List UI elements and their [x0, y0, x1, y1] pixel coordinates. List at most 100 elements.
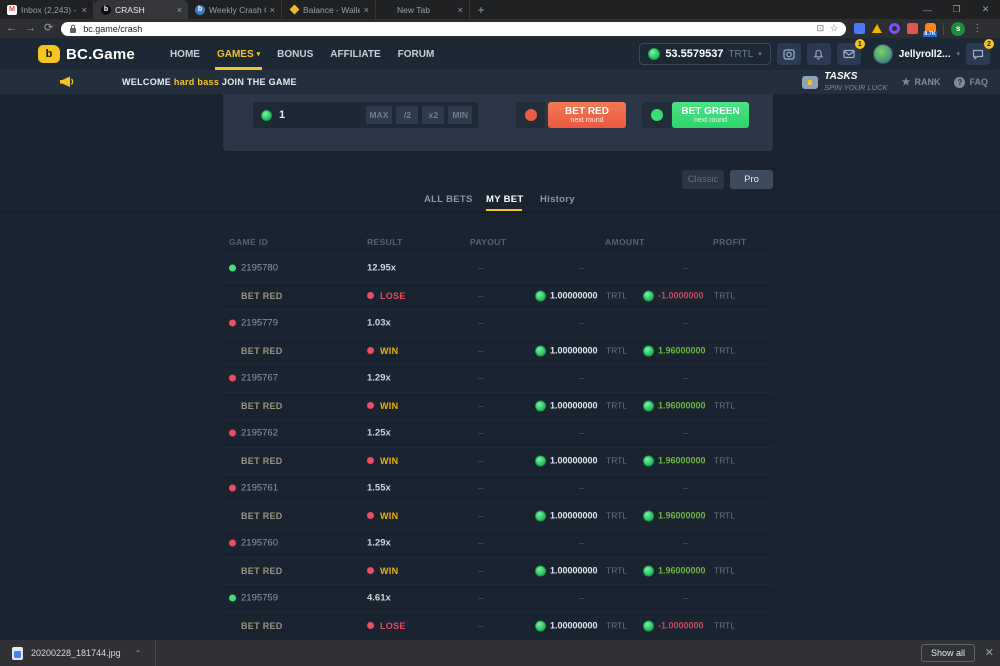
bet-row: BET REDLOSE–1.00000000TRTL-1.0000000TRTL [223, 282, 773, 310]
reload-icon[interactable]: ⟳ [44, 23, 53, 34]
tab-close-icon[interactable]: × [364, 5, 369, 15]
game-row[interactable]: 21957594.61x––– [223, 584, 773, 612]
faq-link[interactable]: ? FAQ [954, 77, 988, 88]
main-nav: HOME GAMES▾ BONUS AFFILIATE FORUM [170, 38, 434, 70]
amount-currency: TRTL [606, 346, 627, 356]
extension-icon[interactable] [907, 23, 918, 34]
game-row[interactable]: 21957671.29x––– [223, 364, 773, 392]
minimize-button[interactable]: — [913, 0, 942, 19]
profit-value: 1.96000000 [658, 346, 710, 356]
chevron-down-icon: ▾ [956, 50, 960, 58]
send-icon[interactable]: ⊡ [817, 23, 825, 34]
game-row[interactable]: 21957601.29x––– [223, 529, 773, 557]
red-result-dot-icon [229, 485, 236, 492]
amount-value: 1.00000000 [550, 511, 602, 521]
active-tab-underline [486, 209, 522, 211]
close-window-button[interactable]: ✕ [971, 0, 1000, 19]
bet-status: WIN [367, 511, 398, 521]
browser-tab[interactable]: MInbox (2,243) - skyjones84@gma× [0, 0, 94, 19]
tab-close-icon[interactable]: × [177, 5, 182, 15]
browser-tab[interactable]: bWeekly Crash Challenge - Red R× [188, 0, 282, 19]
rank-link[interactable]: ★ RANK [902, 77, 941, 88]
game-row[interactable]: 21957621.25x––– [223, 419, 773, 447]
chat-button[interactable]: 2 [966, 43, 990, 65]
balance-dropdown[interactable]: 53.5579537 TRTL ▾ [639, 43, 770, 65]
tasks-link[interactable]: TASKS SPIN YOUR LUCK [802, 72, 887, 92]
forward-icon[interactable]: → [25, 23, 36, 34]
nav-item-games[interactable]: GAMES▾ [217, 38, 260, 70]
game-row[interactable]: 219578012.95x––– [223, 254, 773, 282]
bet-amount-input[interactable]: 1 MAX/2x2MIN [253, 102, 478, 128]
username[interactable]: Jellyroll2... [899, 49, 951, 60]
announcement-banner: WELCOME hard bass JOIN THE GAME TASKS SP… [0, 70, 1000, 94]
messages-button[interactable]: 1 [837, 43, 861, 65]
amount-value: 1.00000000 [550, 401, 602, 411]
game-row[interactable]: 21957791.03x––– [223, 309, 773, 337]
nav-label: BONUS [277, 49, 313, 60]
show-all-button[interactable]: Show all [921, 644, 975, 662]
download-item[interactable]: 20200228_181744.jpg ⌃ [12, 647, 141, 660]
pro-mode-button[interactable]: Pro [730, 170, 773, 189]
browser-tab[interactable]: Balance - Wallet - Binance × [282, 0, 376, 19]
window-controls: — ❐ ✕ [913, 0, 1000, 19]
nav-item-forum[interactable]: FORUM [398, 38, 435, 70]
bcgame-logo[interactable]: b BC.Game [38, 45, 135, 63]
browser-tab[interactable]: bCRASH× [94, 0, 188, 19]
tab-my-bet[interactable]: MY BET [486, 194, 524, 205]
profit-value: 1.96000000 [658, 401, 710, 411]
back-icon[interactable]: ← [6, 23, 17, 34]
coin-icon [535, 400, 546, 411]
vault-button[interactable] [777, 43, 801, 65]
bet-min-button[interactable]: MIN [448, 106, 472, 124]
extension-icon[interactable] [854, 23, 865, 34]
tab-all-bets[interactable]: ALL BETS [424, 194, 473, 205]
nav-item-bonus[interactable]: BONUS [277, 38, 313, 70]
bcgame-favicon-icon: b [101, 5, 111, 15]
tab-close-icon[interactable]: × [270, 5, 275, 15]
bet-div2-button[interactable]: /2 [396, 106, 418, 124]
extension-badge: 8.7K [923, 31, 937, 37]
bet-row: BET REDWIN–1.00000000TRTL1.96000000TRTL [223, 337, 773, 365]
new-tab-button[interactable]: + [470, 0, 492, 19]
nav-item-affiliate[interactable]: AFFILIATE [330, 38, 380, 70]
drive-extension-icon[interactable] [872, 24, 882, 33]
header-right: 53.5579537 TRTL ▾ 1 [639, 38, 990, 70]
tab-close-icon[interactable]: × [458, 5, 463, 15]
maximize-button[interactable]: ❐ [942, 0, 971, 19]
amount-currency: TRTL [606, 511, 627, 521]
tasks-subtitle: SPIN YOUR LUCK [824, 83, 887, 92]
amount-cell: 1.00000000TRTL [535, 400, 627, 411]
profit-value: 1.96000000 [658, 566, 710, 576]
bet-red-button[interactable]: BET RED next round [548, 102, 626, 128]
address-bar[interactable]: bc.game/crash ⊡ ☆ [61, 22, 846, 36]
browser-tab[interactable]: New Tab× [376, 0, 470, 19]
coin-icon [535, 620, 546, 631]
game-row[interactable]: 21957611.55x––– [223, 474, 773, 502]
coin-icon [643, 345, 654, 356]
chrome-profile-avatar[interactable]: s [951, 22, 965, 36]
user-avatar[interactable] [873, 44, 893, 64]
bet-green-button[interactable]: BET GREEN next round [672, 102, 749, 128]
amount-cell: 1.00000000TRTL [535, 565, 627, 576]
classic-mode-button[interactable]: Classic [682, 170, 724, 189]
image-file-icon [12, 647, 23, 660]
red-result-dot-icon [229, 540, 236, 547]
game-id: 2195760 [241, 538, 278, 549]
extension-ring-icon[interactable] [889, 23, 900, 34]
column-header: RESULT [367, 237, 403, 247]
status-text: WIN [380, 346, 398, 356]
bet-max-button[interactable]: MAX [366, 106, 393, 124]
bookmark-star-icon[interactable]: ☆ [830, 23, 838, 34]
chrome-menu-icon[interactable]: ⋮ [972, 23, 982, 34]
tab-history[interactable]: History [540, 194, 575, 205]
chevron-up-icon[interactable]: ⌃ [135, 649, 142, 658]
ticker-extension-icon[interactable]: 8.7K [925, 23, 936, 34]
close-shelf-icon[interactable]: ✕ [985, 646, 994, 659]
notifications-button[interactable] [807, 43, 831, 65]
bet-x2-button[interactable]: x2 [422, 106, 444, 124]
tab-title: Balance - Wallet - Binance [303, 5, 360, 15]
profit-value: -1.0000000 [658, 621, 710, 631]
tab-close-icon[interactable]: × [82, 5, 87, 15]
nav-item-home[interactable]: HOME [170, 38, 200, 70]
red-bet-dot-icon [367, 512, 374, 519]
